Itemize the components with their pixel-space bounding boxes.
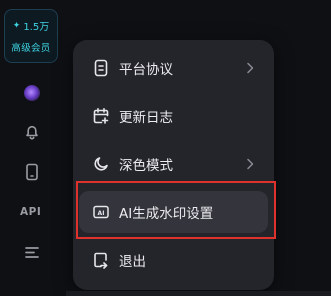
menu-item-logout[interactable]: 退出 [79,239,268,281]
menu-item-label: 更新日志 [119,110,173,126]
menu-item-dark-mode[interactable]: 深色模式 [79,143,268,185]
menu-item-label: AI生成水印设置 [119,206,214,222]
svg-text:AI: AI [98,210,105,217]
moon-icon [91,154,111,174]
menu-item-changelog[interactable]: 更新日志 [79,95,268,137]
bottom-divider [66,291,331,296]
bell-icon[interactable] [22,122,42,142]
vip-count-text: 1.5万 [23,22,50,33]
settings-menu: 平台协议 更新日志 深色模式 AI AI生成水印设置 退出 [73,40,274,290]
vip-count: ✦ 1.5万 [12,18,50,34]
menu-item-label: 深色模式 [119,158,173,174]
avatar[interactable] [24,85,40,101]
ai-watermark-icon: AI [91,202,111,222]
api-link[interactable]: API [20,206,41,218]
chevron-right-icon [242,156,258,172]
menu-item-label: 平台协议 [119,62,173,78]
vip-badge[interactable]: ✦ 1.5万 高级会员 [4,9,58,63]
sidebar: ✦ 1.5万 高级会员 API [0,0,66,296]
document-icon [91,58,111,78]
chevron-right-icon [242,60,258,76]
logout-icon [91,250,111,270]
phone-icon[interactable] [22,162,42,182]
menu-item-label: 退出 [119,254,146,270]
menu-item-ai-watermark[interactable]: AI AI生成水印设置 [79,191,268,233]
sparkle-icon: ✦ [12,20,21,31]
calendar-icon [91,106,111,126]
menu-icon[interactable] [22,242,42,262]
menu-item-platform-agreement[interactable]: 平台协议 [79,47,268,89]
vip-label: 高级会员 [11,43,51,54]
